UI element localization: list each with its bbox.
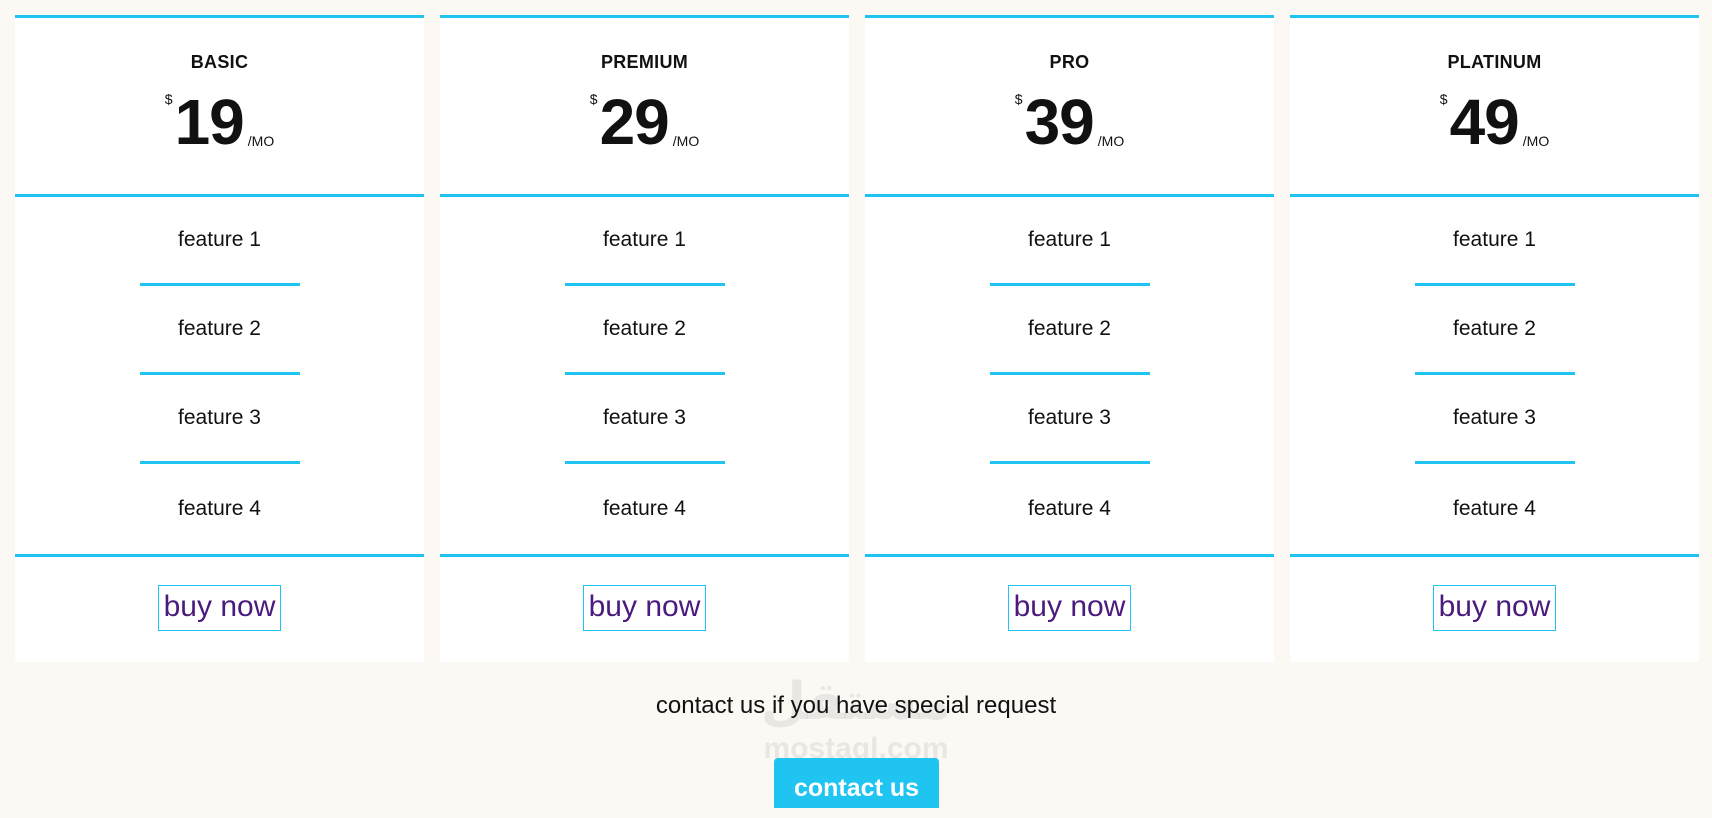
pricing-card-basic: BASIC $ 19 /MO feature 1 feature 2 featu… <box>15 15 424 662</box>
pricing-card-pro: PRO $ 39 /MO feature 1 feature 2 feature… <box>865 15 1274 662</box>
feature-list: feature 1 feature 2 feature 3 feature 4 <box>15 197 424 557</box>
price: $ 29 /MO <box>440 89 849 159</box>
pricing-card-platinum: PLATINUM $ 49 /MO feature 1 feature 2 fe… <box>1290 15 1699 662</box>
plan-name: PLATINUM <box>1447 52 1542 72</box>
contact-prompt-text: contact us if you have special request <box>655 692 1057 719</box>
feature-list: feature 1 feature 2 feature 3 feature 4 <box>1290 197 1699 557</box>
card-header: PLATINUM $ 49 /MO <box>1290 18 1699 197</box>
currency-symbol: $ <box>589 91 598 107</box>
feature-item: feature 4 <box>178 496 261 520</box>
currency-symbol: $ <box>1439 91 1448 107</box>
feature-item: feature 4 <box>603 496 686 520</box>
feature-item: feature 2 <box>564 286 725 375</box>
feature-item: feature 3 <box>1414 375 1575 464</box>
card-footer: buy now <box>440 557 849 659</box>
card-header: PREMIUM $ 29 /MO <box>440 18 849 197</box>
card-footer: buy now <box>865 557 1274 659</box>
price: $ 39 /MO <box>865 89 1274 159</box>
card-header: BASIC $ 19 /MO <box>15 18 424 197</box>
price: $ 19 /MO <box>15 89 424 159</box>
feature-item: feature 2 <box>139 286 300 375</box>
feature-item: feature 4 <box>1453 496 1536 520</box>
plan-name: PREMIUM <box>600 52 689 72</box>
buy-now-button[interactable]: buy now <box>1432 585 1557 631</box>
currency-symbol: $ <box>164 91 173 107</box>
feature-item: feature 1 <box>989 197 1150 286</box>
card-footer: buy now <box>1290 557 1699 659</box>
pricing-cards: BASIC $ 19 /MO feature 1 feature 2 featu… <box>15 15 1699 662</box>
feature-item: feature 2 <box>989 286 1150 375</box>
card-footer: buy now <box>15 557 424 659</box>
feature-item: feature 3 <box>989 375 1150 464</box>
buy-now-button[interactable]: buy now <box>582 585 707 631</box>
buy-now-button[interactable]: buy now <box>1007 585 1132 631</box>
price-amount: 49 <box>1449 86 1520 158</box>
price-period: /MO <box>247 133 275 149</box>
plan-name: PRO <box>1049 52 1090 72</box>
price-period: /MO <box>1522 133 1550 149</box>
price-amount: 29 <box>599 86 670 158</box>
feature-item: feature 1 <box>139 197 300 286</box>
currency-symbol: $ <box>1014 91 1023 107</box>
feature-item: feature 3 <box>139 375 300 464</box>
plan-name: BASIC <box>190 52 249 72</box>
feature-list: feature 1 feature 2 feature 3 feature 4 <box>865 197 1274 557</box>
price-period: /MO <box>672 133 700 149</box>
feature-item: feature 1 <box>564 197 725 286</box>
card-header: PRO $ 39 /MO <box>865 18 1274 197</box>
price-amount: 19 <box>174 86 245 158</box>
pricing-card-premium: PREMIUM $ 29 /MO feature 1 feature 2 fea… <box>440 15 849 662</box>
feature-item: feature 2 <box>1414 286 1575 375</box>
contact-us-button[interactable]: contact us <box>774 758 939 808</box>
price: $ 49 /MO <box>1290 89 1699 159</box>
price-amount: 39 <box>1024 86 1095 158</box>
buy-now-button[interactable]: buy now <box>157 585 282 631</box>
price-period: /MO <box>1097 133 1125 149</box>
feature-item: feature 1 <box>1414 197 1575 286</box>
feature-list: feature 1 feature 2 feature 3 feature 4 <box>440 197 849 557</box>
feature-item: feature 3 <box>564 375 725 464</box>
feature-item: feature 4 <box>1028 496 1111 520</box>
